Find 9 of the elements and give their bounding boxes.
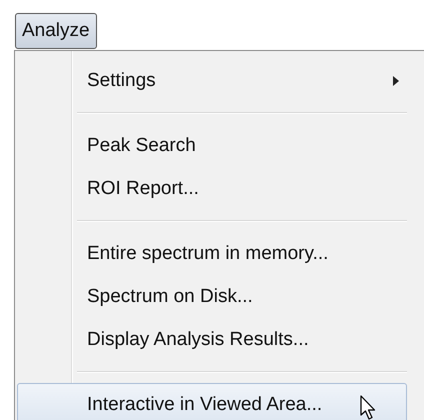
menu-item[interactable]: Interactive in Viewed Area... [17, 383, 407, 420]
menu-item[interactable]: Entire spectrum in memory... [17, 232, 407, 275]
menu-item[interactable]: ROI Report... [17, 167, 407, 210]
mouse-pointer-icon [360, 395, 378, 420]
menu-item[interactable]: Display Analysis Results... [17, 318, 407, 361]
menu-item[interactable]: Settings [17, 59, 407, 102]
menu-item[interactable]: Peak Search [17, 124, 407, 167]
menu-button[interactable]: Analyze [15, 13, 97, 49]
menu-item[interactable]: Spectrum on Disk... [17, 275, 407, 318]
